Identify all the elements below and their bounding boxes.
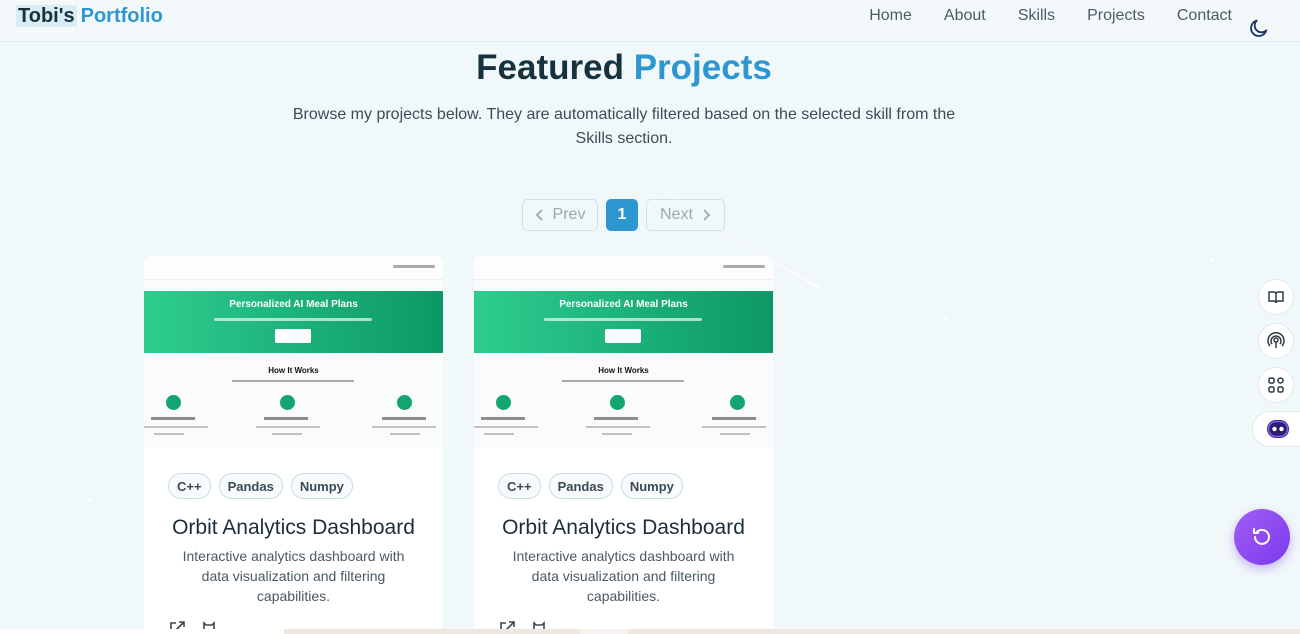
site-header: Tobi's Portfolio Home About Skills Projec… (0, 0, 1300, 42)
step-3-label (712, 417, 756, 420)
refresh-icon (1253, 528, 1270, 545)
step-3-desc (720, 433, 750, 435)
step-3-desc (702, 426, 766, 428)
decorative-star (944, 318, 947, 321)
step-1-desc (154, 433, 184, 435)
tag-list: C++ Pandas Numpy (168, 473, 353, 499)
step-3-icon (397, 395, 412, 410)
chevron-right-icon (703, 209, 711, 221)
step-1-label (151, 417, 195, 420)
section-title-part1: Featured (476, 48, 624, 87)
logo-name: Tobi's (16, 5, 77, 27)
step-2-label (264, 417, 308, 420)
nav-contact[interactable]: Contact (1177, 7, 1232, 25)
thumbnail-section-title: How It Works (598, 366, 649, 375)
step-1-desc (484, 433, 514, 435)
step-3-label (382, 417, 426, 420)
assistant-face-icon (1267, 420, 1289, 438)
decorative-star (88, 498, 91, 501)
thumbnail-hero-title: Personalized AI Meal Plans (559, 299, 688, 310)
thumbnail-navbar (144, 256, 443, 280)
project-title: Orbit Analytics Dashboard (502, 516, 745, 539)
tag[interactable]: Numpy (620, 473, 683, 499)
prev-page-button[interactable]: Prev (522, 199, 598, 231)
section-title-part2: Projects (633, 48, 772, 87)
step-2-desc (272, 433, 302, 435)
step-1-label (481, 417, 525, 420)
step-1-desc (474, 426, 538, 428)
step-2-desc (602, 433, 632, 435)
thumbnail-hero: Personalized AI Meal Plans (474, 291, 773, 353)
tag-list: C++ Pandas Numpy (498, 473, 683, 499)
thumbnail-section-line (232, 380, 354, 382)
thumbnail-hero: Personalized AI Meal Plans (144, 291, 443, 353)
decorative-star (1210, 258, 1213, 261)
next-label: Next (660, 206, 693, 223)
next-page-button[interactable]: Next (646, 199, 725, 231)
site-logo[interactable]: Tobi's Portfolio (16, 5, 163, 28)
step-2-label (594, 417, 638, 420)
step-2-icon (610, 395, 625, 410)
step-3-desc (372, 426, 436, 428)
section-subtitle: Browse my projects below. They are autom… (292, 106, 956, 147)
tag[interactable]: Pandas (218, 473, 283, 499)
tag[interactable]: Pandas (548, 473, 613, 499)
thumbnail-section-title: How It Works (268, 366, 319, 375)
bottom-edge (0, 629, 1300, 634)
tag[interactable]: C++ (168, 473, 211, 499)
step-3-icon (730, 395, 745, 410)
logo-word: Portfolio (80, 5, 163, 27)
thumbnail-nav-links (723, 265, 765, 268)
book-icon (1268, 291, 1284, 304)
decorative-star (1030, 446, 1033, 449)
project-description: Interactive analytics dashboard with dat… (512, 548, 735, 604)
project-card[interactable]: Personalized AI Meal Plans How It Works … (474, 256, 773, 634)
bottom-edge-segment (580, 629, 628, 634)
nav-skills[interactable]: Skills (1018, 7, 1055, 25)
bottom-edge-segment (0, 629, 284, 634)
broadcast-icon (1267, 332, 1285, 348)
tag[interactable]: Numpy (290, 473, 353, 499)
step-1-icon (166, 395, 181, 410)
project-title: Orbit Analytics Dashboard (172, 516, 415, 539)
apps-tool-button[interactable] (1258, 367, 1294, 403)
step-2-desc (586, 426, 650, 428)
broadcast-tool-button[interactable] (1258, 323, 1294, 359)
thumbnail-hero-subtitle (214, 318, 372, 321)
project-thumbnail: Personalized AI Meal Plans How It Works (474, 256, 773, 448)
page-1-button[interactable]: 1 (606, 199, 638, 231)
section-title: Featured Projects (0, 48, 1248, 88)
chevron-left-icon (535, 209, 543, 221)
tag[interactable]: C++ (498, 473, 541, 499)
project-thumbnail: Personalized AI Meal Plans How It Works (144, 256, 443, 448)
assistant-tool-button[interactable] (1252, 411, 1300, 447)
project-description: Interactive analytics dashboard with dat… (182, 548, 405, 604)
step-1-desc (144, 426, 208, 428)
main-nav: Home About Skills Projects Contact (869, 7, 1232, 25)
thumbnail-navbar (474, 256, 773, 280)
step-2-desc (256, 426, 320, 428)
nav-about[interactable]: About (944, 7, 986, 25)
apps-grid-icon (1268, 377, 1284, 393)
nav-home[interactable]: Home (869, 7, 912, 25)
thumbnail-hero-title: Personalized AI Meal Plans (229, 299, 358, 310)
thumbnail-hero-subtitle (544, 318, 702, 321)
project-card[interactable]: Personalized AI Meal Plans How It Works … (144, 256, 443, 634)
thumbnail-section-line (562, 380, 684, 382)
step-1-icon (496, 395, 511, 410)
step-3-desc (390, 433, 420, 435)
moon-icon[interactable] (1248, 17, 1270, 39)
thumbnail-hero-button (275, 329, 311, 343)
prev-label: Prev (552, 206, 586, 223)
thumbnail-hero-button (605, 329, 641, 343)
reader-tool-button[interactable] (1258, 279, 1294, 315)
refresh-fab-button[interactable] (1234, 509, 1290, 565)
nav-projects[interactable]: Projects (1087, 7, 1145, 25)
step-2-icon (280, 395, 295, 410)
thumbnail-nav-links (393, 265, 435, 268)
